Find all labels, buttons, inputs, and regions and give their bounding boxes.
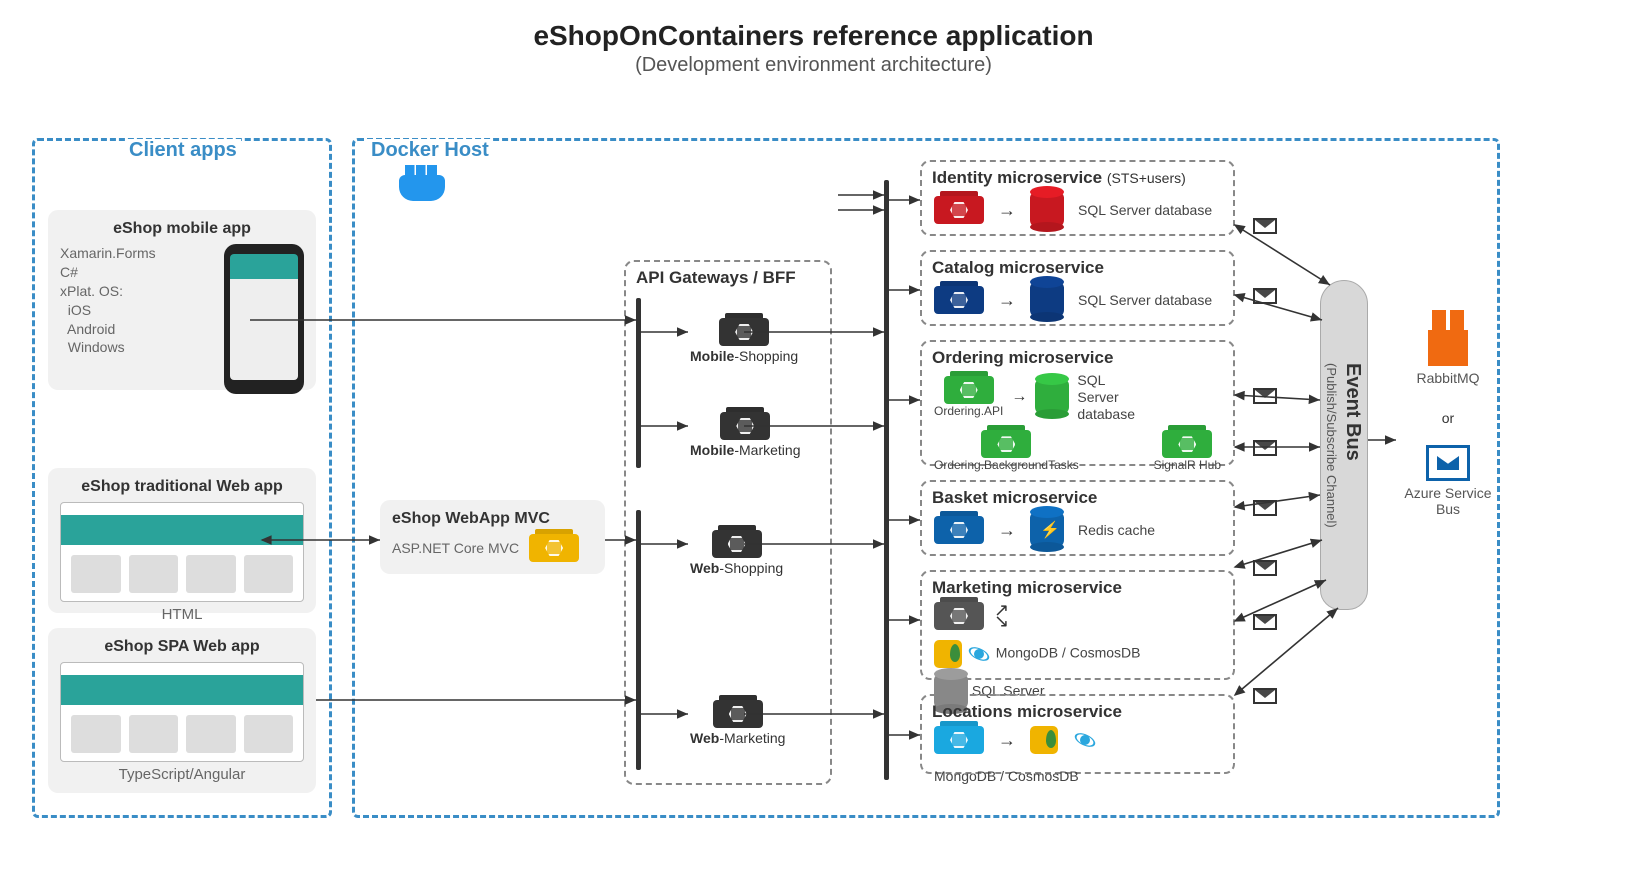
- box-marketing-ms: Marketing microservice ↗↘ MongoDB / Cosm…: [920, 570, 1235, 680]
- envelope-icon: [1253, 560, 1277, 576]
- envelope-icon: [1253, 288, 1277, 304]
- database-icon: [1030, 282, 1064, 318]
- ordering-api-label: Ordering.API: [934, 404, 1003, 418]
- container-icon: [934, 196, 984, 224]
- page-subtitle: (Development environment architecture): [0, 54, 1627, 77]
- envelope-icon: [1253, 388, 1277, 404]
- box-locations-ms: Locations microservice → MongoDB / Cosmo…: [920, 694, 1235, 774]
- or-label: or: [1398, 410, 1498, 426]
- browser-thumbnail-icon: [60, 502, 304, 602]
- container-icon: [934, 602, 984, 630]
- gateway-label: Mobile-Shopping: [690, 348, 798, 364]
- phone-icon: [224, 244, 304, 394]
- gateway-web-marketing: Web-Marketing: [690, 700, 785, 746]
- rabbitmq-icon: [1428, 330, 1468, 366]
- store-label: MongoDB / CosmosDB: [934, 768, 1079, 785]
- envelope-icon: [1253, 440, 1277, 456]
- container-icon: [944, 376, 994, 404]
- envelope-icon: [1253, 614, 1277, 630]
- box-basket-ms: Basket microservice → ⚡ Redis cache: [920, 480, 1235, 556]
- gateway-label: Mobile-Marketing: [690, 442, 800, 458]
- redis-icon: ⚡: [1030, 512, 1064, 548]
- browser-thumbnail-icon: [60, 662, 304, 762]
- cosmosdb-icon: [966, 641, 992, 667]
- ms-title: Marketing microservice: [922, 572, 1233, 598]
- container-icon: [712, 530, 762, 558]
- ms-title: Identity microservice (STS+users): [922, 162, 1233, 188]
- store-label: SQL Server database: [1077, 372, 1147, 422]
- ms-title: Locations microservice: [922, 696, 1233, 722]
- card-spa-footer: TypeScript/Angular: [60, 766, 304, 783]
- container-icon: [529, 534, 579, 562]
- store-label: MongoDB / CosmosDB: [996, 645, 1141, 661]
- gateway-label: Web-Shopping: [690, 560, 783, 576]
- api-gateways-title: API Gateways / BFF: [626, 262, 830, 288]
- bar-vertical: [884, 180, 889, 780]
- card-traditional-web: eShop traditional Web app HTML: [48, 468, 316, 613]
- container-icon: [1162, 430, 1212, 458]
- ordering-bg-label: Ordering.BackgroundTasks: [934, 458, 1079, 472]
- card-mobile-title: eShop mobile app: [60, 220, 304, 238]
- rabbitmq-block: RabbitMQ: [1398, 330, 1498, 386]
- card-mobile-app: eShop mobile app Xamarin.Forms C# xPlat.…: [48, 210, 316, 390]
- event-bus-label: Event Bus: [1341, 363, 1364, 528]
- bar-vertical: [636, 298, 641, 468]
- gateway-mobile-marketing: Mobile-Marketing: [690, 412, 800, 458]
- azure-sb-block: Azure Service Bus: [1398, 445, 1498, 517]
- gateway-mobile-shopping: Mobile-Shopping: [690, 318, 798, 364]
- container-icon: [981, 430, 1031, 458]
- webapp-mvc-title: eShop WebApp MVC: [392, 510, 593, 528]
- card-spa-title: eShop SPA Web app: [60, 638, 304, 656]
- ms-title: Ordering microservice: [922, 342, 1233, 368]
- event-bus-sublabel: (Publish/Subscribe Channel): [1324, 363, 1339, 528]
- container-icon: [713, 700, 763, 728]
- database-icon: [1035, 379, 1069, 415]
- ms-title: Basket microservice: [922, 482, 1233, 508]
- envelope-icon: [1253, 500, 1277, 516]
- bar-vertical: [636, 510, 641, 770]
- container-icon: [719, 318, 769, 346]
- mongodb-icon: [934, 640, 962, 668]
- container-icon: [934, 726, 984, 754]
- cosmosdb-icon: [1072, 727, 1098, 753]
- envelope-icon: [1253, 688, 1277, 704]
- webapp-mvc-tech: ASP.NET Core MVC: [392, 539, 519, 558]
- card-traditional-title: eShop traditional Web app: [60, 478, 304, 496]
- gateway-web-shopping: Web-Shopping: [690, 530, 783, 576]
- mongodb-icon: [1030, 726, 1058, 754]
- box-identity-ms: Identity microservice (STS+users) → SQL …: [920, 160, 1235, 236]
- card-traditional-footer: HTML: [60, 606, 304, 623]
- docker-whale-icon: [399, 175, 445, 201]
- rabbitmq-label: RabbitMQ: [1398, 370, 1498, 386]
- azure-sb-label: Azure Service Bus: [1398, 485, 1498, 517]
- signalr-label: SignalR Hub: [1154, 458, 1221, 472]
- container-icon: [934, 286, 984, 314]
- envelope-icon: [1253, 218, 1277, 234]
- azure-service-bus-icon: [1426, 445, 1470, 481]
- store-label: Redis cache: [1078, 522, 1155, 539]
- region-client-apps-label: Client apps: [125, 139, 241, 162]
- event-bus: (Publish/Subscribe Channel) Event Bus: [1320, 280, 1368, 610]
- database-icon: [1030, 192, 1064, 228]
- card-webapp-mvc: eShop WebApp MVC ASP.NET Core MVC: [380, 500, 605, 574]
- gateway-label: Web-Marketing: [690, 730, 785, 746]
- store-label: SQL Server database: [1078, 202, 1212, 219]
- page-title: eShopOnContainers reference application: [0, 20, 1627, 52]
- container-icon: [934, 516, 984, 544]
- card-spa-web: eShop SPA Web app TypeScript/Angular: [48, 628, 316, 793]
- title-block: eShopOnContainers reference application …: [0, 0, 1627, 77]
- box-catalog-ms: Catalog microservice → SQL Server databa…: [920, 250, 1235, 326]
- ms-title: Catalog microservice: [922, 252, 1233, 278]
- region-docker-host-label: Docker Host: [367, 139, 493, 162]
- store-label: SQL Server database: [1078, 292, 1212, 309]
- box-ordering-ms: Ordering microservice Ordering.API → SQL…: [920, 340, 1235, 466]
- container-icon: [720, 412, 770, 440]
